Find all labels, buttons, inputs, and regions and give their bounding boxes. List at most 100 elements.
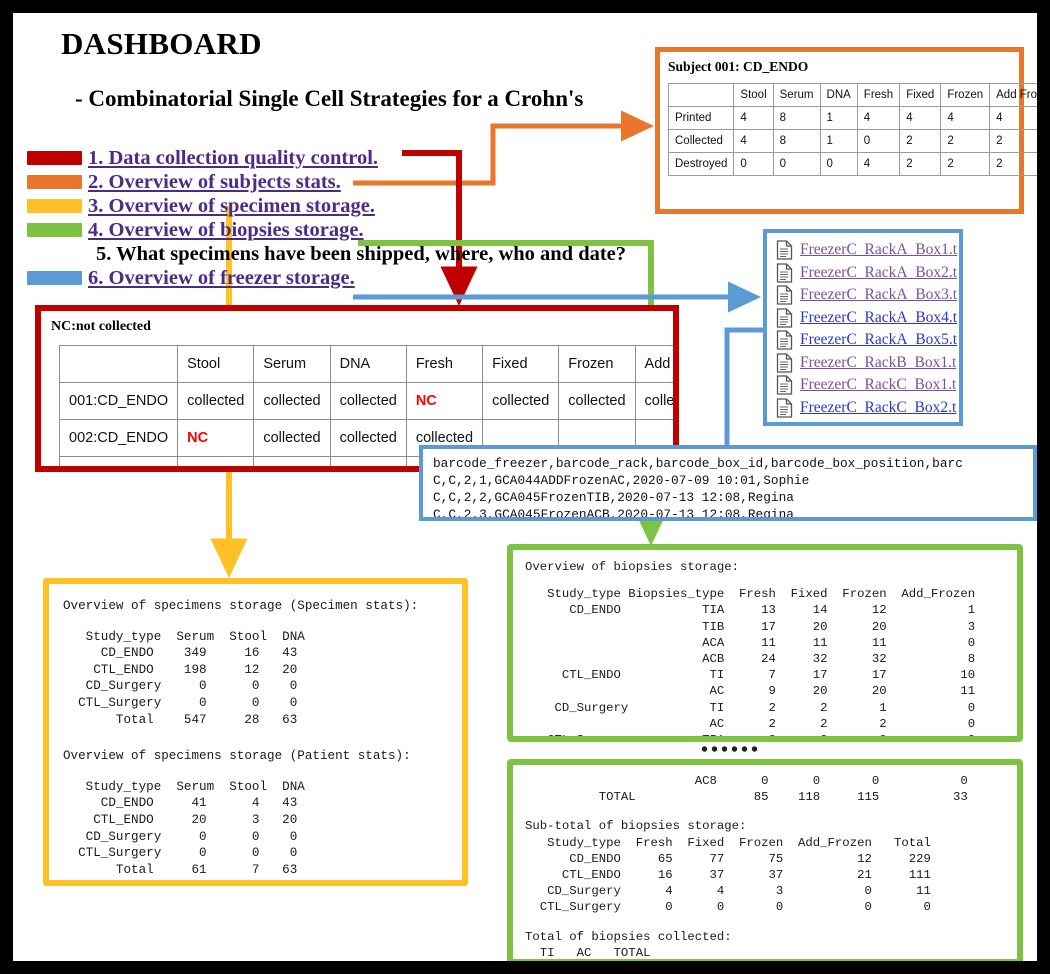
cell: collected xyxy=(482,382,560,420)
menu-item-3-label[interactable]: 3. Overview of specimen storage. xyxy=(88,195,375,218)
specimen-storage-panel: Overview of specimens storage (Specimen … xyxy=(43,578,468,886)
cell: 0 xyxy=(772,152,821,176)
cell-label: Printed xyxy=(667,106,735,130)
file-link[interactable]: FreezerC_RackA_Box4.t xyxy=(800,309,957,327)
file-icon xyxy=(776,330,793,350)
dashboard-frame: DASHBOARD - Combinatorial Single Cell St… xyxy=(0,0,1050,974)
menu-item-6[interactable]: 6. Overview of freezer storage. xyxy=(27,266,447,290)
cell-nc: NC xyxy=(177,419,255,457)
cell xyxy=(253,456,331,466)
table-row: Destroyed 0 0 0 4 2 2 2 xyxy=(667,152,1037,176)
list-item[interactable]: FreezerC_RackB_Box1.t xyxy=(776,352,959,375)
list-item[interactable]: FreezerC_RackA_Box4.t xyxy=(776,307,959,330)
table-row: 001:CD_ENDO collected collected collecte… xyxy=(58,382,673,420)
page-title: DASHBOARD xyxy=(61,26,262,61)
menu-item-4[interactable]: 4. Overview of biopsies storage. xyxy=(27,218,447,242)
table-header-row: Stool Serum DNA Fresh Fixed Frozen Add F… xyxy=(667,83,1037,107)
freezer-storage-panel: FreezerC_RackA_Box1.t FreezerC_RackA_Box… xyxy=(763,229,963,426)
cell: 4 xyxy=(733,129,774,153)
th-fixed: Fixed xyxy=(899,83,942,107)
list-item[interactable]: FreezerC_RackA_Box1.t xyxy=(776,239,959,262)
file-link[interactable]: FreezerC_RackA_Box3.t xyxy=(800,286,957,304)
list-item[interactable]: FreezerC_RackC_Box1.t xyxy=(776,374,959,397)
menu-item-5-label: 5. What specimens have been shipped, whe… xyxy=(96,242,627,265)
file-icon xyxy=(776,240,793,260)
menu-item-1[interactable]: 1. Data collection quality control. xyxy=(27,146,447,170)
menu-item-2[interactable]: 2. Overview of subjects stats. xyxy=(27,170,447,194)
cell-nc: NC xyxy=(405,382,484,420)
nc-legend-note: NC:not collected xyxy=(51,319,151,334)
table-header-row: Stool Serum DNA Fresh Fixed Frozen Add F… xyxy=(58,345,673,383)
th-frozen: Frozen xyxy=(940,83,991,107)
menu-item-4-label[interactable]: 4. Overview of biopsies storage. xyxy=(88,219,364,242)
subject-stats-table: Stool Serum DNA Fresh Fixed Frozen Add F… xyxy=(667,83,1037,176)
cell: 0 xyxy=(856,129,901,153)
cell: collected xyxy=(558,382,636,420)
cell: 4 xyxy=(940,106,991,130)
file-link[interactable]: FreezerC_RackC_Box2.t xyxy=(800,399,956,417)
th-dna: DNA xyxy=(329,345,407,383)
file-link[interactable]: FreezerC_RackC_Box1.t xyxy=(800,376,956,394)
file-icon xyxy=(776,375,793,395)
biopsies-subtotal-table: Study_type Fresh Fixed Frozen Add_Frozen… xyxy=(539,835,931,915)
biopsies-total-title: Total of biopsies collected: xyxy=(525,929,732,944)
patient-stats-table: Study_type Serum Stool DNA CD_ENDO 41 4 … xyxy=(78,779,305,877)
th-dna: DNA xyxy=(819,83,858,107)
th-serum: Serum xyxy=(772,83,821,107)
biopsies-subtotal-title: Sub-total of biopsies storage: xyxy=(525,819,747,834)
menu-item-6-label[interactable]: 6. Overview of freezer storage. xyxy=(88,267,355,290)
list-item[interactable]: FreezerC_RackA_Box2.t xyxy=(776,262,959,285)
file-link[interactable]: FreezerC_RackA_Box1.t xyxy=(800,241,957,259)
th-add-frozen: Add Frozen xyxy=(634,345,673,383)
cell-subject: 002:CD_ENDO xyxy=(58,419,179,457)
dashboard-canvas: DASHBOARD - Combinatorial Single Cell St… xyxy=(13,13,1037,961)
menu-item-2-label[interactable]: 2. Overview of subjects stats. xyxy=(88,171,341,194)
file-link[interactable]: FreezerC_RackA_Box5.t xyxy=(800,331,957,349)
subject-stats-panel: Subject 001: CD_ENDO Stool Serum DNA Fre… xyxy=(655,47,1037,214)
list-item[interactable]: FreezerC_RackC_Box2.t xyxy=(776,397,959,420)
menu-swatch-blue xyxy=(27,271,82,285)
biopsies-storage-panel-bottom: AC8 0 0 0 0 TOTAL 85 118 115 33 Sub-tota… xyxy=(507,759,1023,961)
th-blank xyxy=(58,345,179,383)
specimen-stats-title: Overview of specimens storage (Specimen … xyxy=(63,599,419,613)
cell: collected xyxy=(634,382,673,420)
subject-stats-heading: Subject 001: CD_ENDO xyxy=(668,59,809,74)
file-icon xyxy=(776,263,793,283)
cell xyxy=(58,456,179,466)
table-row: Collected 4 8 1 0 2 2 2 xyxy=(667,129,1037,153)
connector-blue-secondary xyxy=(724,327,765,452)
th-stool: Stool xyxy=(733,83,774,107)
cell: collected xyxy=(329,382,407,420)
cell: 8 xyxy=(772,129,821,153)
menu-swatch-orange xyxy=(27,175,82,189)
cell: 2 xyxy=(940,129,991,153)
specimen-stats-table: Study_type Serum Stool DNA CD_ENDO 349 1… xyxy=(78,629,305,727)
cell-subject: 001:CD_ENDO xyxy=(58,382,179,420)
cell: 2 xyxy=(989,152,1037,176)
dashboard-menu: 1. Data collection quality control. 2. O… xyxy=(27,146,626,290)
list-item[interactable]: FreezerC_RackA_Box3.t xyxy=(776,284,959,307)
th-add-frozen: Add Frozen xyxy=(989,83,1037,107)
cell xyxy=(329,456,407,466)
cell: 0 xyxy=(819,152,858,176)
th-serum: Serum xyxy=(253,345,331,383)
file-link[interactable]: FreezerC_RackA_Box2.t xyxy=(800,264,957,282)
cell: 4 xyxy=(856,152,901,176)
cell: collected xyxy=(177,382,255,420)
cell: collected xyxy=(253,419,331,457)
cell: 0 xyxy=(733,152,774,176)
file-icon xyxy=(776,308,793,328)
csv-line: C,C,2,3,GCA045FrozenACB,2020-07-13 12:08… xyxy=(433,507,794,521)
cell: 4 xyxy=(989,106,1037,130)
file-link[interactable]: FreezerC_RackB_Box1.t xyxy=(800,354,956,372)
cell: 2 xyxy=(989,129,1037,153)
menu-item-1-label[interactable]: 1. Data collection quality control. xyxy=(88,147,378,170)
list-item[interactable]: FreezerC_RackA_Box5.t xyxy=(776,329,959,352)
biopsies-total-table: TI AC TOTAL 156 195 351 xyxy=(539,945,651,960)
menu-item-3[interactable]: 3. Overview of specimen storage. xyxy=(27,194,447,218)
page-subtitle: - Combinatorial Single Cell Strategies f… xyxy=(75,86,584,111)
shipping-csv-panel: barcode_freezer,barcode_rack,barcode_box… xyxy=(419,445,1037,521)
biopsies-storage-panel-top: Overview of biopsies storage: Study_type… xyxy=(507,544,1023,742)
cell xyxy=(177,456,255,466)
cell: 4 xyxy=(733,106,774,130)
